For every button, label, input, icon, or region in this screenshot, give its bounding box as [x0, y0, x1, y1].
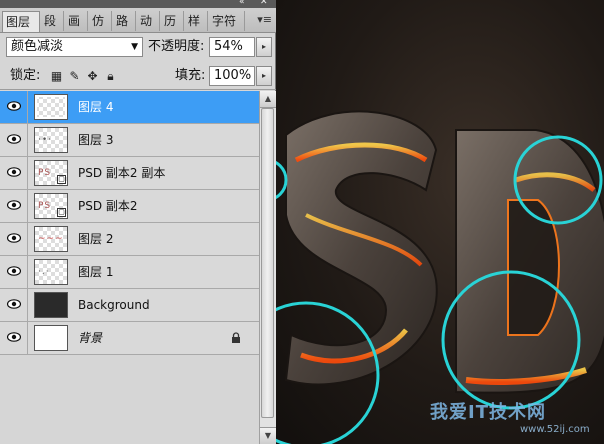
layer-name: 图层 1 [78, 265, 114, 279]
eye-icon [7, 101, 21, 111]
layer-name: 图层 3 [78, 133, 114, 147]
layer-row-layer4[interactable]: 图层 4 [0, 91, 259, 124]
layer-thumbnail: ~~~ [34, 226, 68, 252]
layer-row-background[interactable]: 背景 [0, 322, 259, 355]
fill-slider-button[interactable]: ▸ [256, 66, 272, 86]
tab-layers[interactable]: 图层 [2, 11, 40, 32]
collapse-icon[interactable]: « [239, 0, 245, 7]
eye-icon [7, 299, 21, 309]
layer-row-layer3[interactable]: ·•· 图层 3 [0, 124, 259, 157]
tab-character[interactable]: 字符 [209, 11, 245, 31]
layer-thumbnail [34, 292, 68, 318]
fill-label: 填充: [175, 68, 206, 83]
layer-row-layer1[interactable]: ·.· 图层 1 [0, 256, 259, 289]
opacity-slider-button[interactable]: ▸ [256, 37, 272, 57]
visibility-toggle[interactable] [0, 157, 28, 189]
layer-name: Background [78, 298, 150, 312]
highlight-circle-4 [276, 160, 288, 200]
thumbnail-art: ·.· [38, 267, 50, 277]
panel-titlebar: « ✕ [0, 0, 276, 8]
tab-brushes[interactable]: 画 [65, 11, 88, 31]
tab-paragraph[interactable]: 段 [41, 11, 64, 31]
lock-icon [232, 332, 240, 343]
visibility-toggle[interactable] [0, 322, 28, 354]
layer-thumbnail [34, 325, 68, 351]
tab-paths[interactable]: 路 [113, 11, 136, 31]
watermark-url: www.52ij.com [520, 424, 590, 435]
layer-name: 背景 [78, 331, 103, 345]
lock-all-icon[interactable]: 🔒︎ [104, 70, 117, 83]
visibility-toggle[interactable] [0, 124, 28, 156]
close-icon[interactable]: ✕ [260, 0, 268, 7]
visibility-toggle[interactable] [0, 91, 28, 123]
blend-mode-value: 颜色减淡 [11, 39, 64, 54]
layer-row-background-texture[interactable]: Background [0, 289, 259, 322]
blend-mode-select[interactable]: 颜色减淡 ▼ [6, 37, 143, 57]
layer-list: 图层 4 ·•· 图层 3 PS ▢ PSD 副本2 副本 PS ▢ PSD 副本2… [0, 91, 259, 444]
tab-history[interactable]: 历 [161, 11, 184, 31]
scrollbar-thumb[interactable] [261, 108, 274, 418]
visibility-toggle[interactable] [0, 289, 28, 321]
layer-row-psd-copy2-copy[interactable]: PS ▢ PSD 副本2 副本 [0, 157, 259, 190]
panel-tabs: 图层 段 画 仿 路 动 历 样 字符 ▾≡ [0, 8, 276, 33]
blend-row: 颜色减淡 ▼ 不透明度: 54% ▸ [0, 33, 276, 61]
visibility-toggle[interactable] [0, 190, 28, 222]
layer-thumbnail: PS ▢ [34, 160, 68, 186]
layers-panel: « ✕ 图层 段 画 仿 路 动 历 样 字符 ▾≡ 颜色减淡 ▼ 不透明度: … [0, 0, 276, 444]
layer-row-psd-copy2[interactable]: PS ▢ PSD 副本2 [0, 190, 259, 223]
chevron-down-icon: ▼ [131, 42, 138, 52]
eye-icon [7, 233, 21, 243]
lock-transparent-icon[interactable]: ▦ [50, 70, 63, 83]
layer-row-layer2[interactable]: ~~~ 图层 2 [0, 223, 259, 256]
eye-icon [7, 266, 21, 276]
eye-icon [7, 167, 21, 177]
tab-actions[interactable]: 动 [137, 11, 160, 31]
visibility-toggle[interactable] [0, 256, 28, 288]
artwork [276, 110, 604, 444]
lock-label: 锁定: [10, 68, 41, 83]
thumbnail-art: PS [38, 168, 52, 178]
lock-brush-icon[interactable]: ✎ [68, 70, 81, 83]
scroll-up-icon[interactable]: ▲ [260, 91, 276, 108]
layer-thumbnail: PS ▢ [34, 193, 68, 219]
thumbnail-art: ~~~ [38, 234, 64, 244]
smart-object-icon: ▢ [57, 208, 66, 217]
visibility-toggle[interactable] [0, 223, 28, 255]
tab-styles[interactable]: 样 [185, 11, 208, 31]
opacity-label: 不透明度: [148, 39, 205, 54]
lock-move-icon[interactable]: ✥ [86, 70, 99, 83]
thumbnail-art: ·•· [38, 135, 53, 145]
opacity-input[interactable]: 54% [209, 37, 255, 57]
thumbnail-art: PS [38, 201, 52, 211]
lock-row: 锁定: ▦ ✎ ✥ 🔒︎ 填充: 100% ▸ [0, 63, 276, 90]
panel-menu-icon[interactable]: ▾≡ [257, 13, 272, 26]
scroll-down-icon[interactable]: ▼ [260, 427, 276, 444]
document-canvas[interactable] [276, 0, 604, 444]
eye-icon [7, 332, 21, 342]
layer-name: PSD 副本2 [78, 199, 138, 213]
layer-thumbnail: ·.· [34, 259, 68, 285]
layer-thumbnail [34, 94, 68, 120]
eye-icon [7, 200, 21, 210]
layer-name: 图层 4 [78, 100, 114, 114]
smart-object-icon: ▢ [57, 175, 66, 184]
layer-name: 图层 2 [78, 232, 114, 246]
eye-icon [7, 134, 21, 144]
fill-input[interactable]: 100% [209, 66, 255, 86]
tab-clone-source[interactable]: 仿 [89, 11, 112, 31]
layer-name: PSD 副本2 副本 [78, 166, 166, 180]
watermark-text: 我爱IT技术网 [430, 402, 546, 423]
layer-thumbnail: ·•· [34, 127, 68, 153]
layer-list-scrollbar[interactable]: ▲ ▼ [259, 91, 276, 444]
